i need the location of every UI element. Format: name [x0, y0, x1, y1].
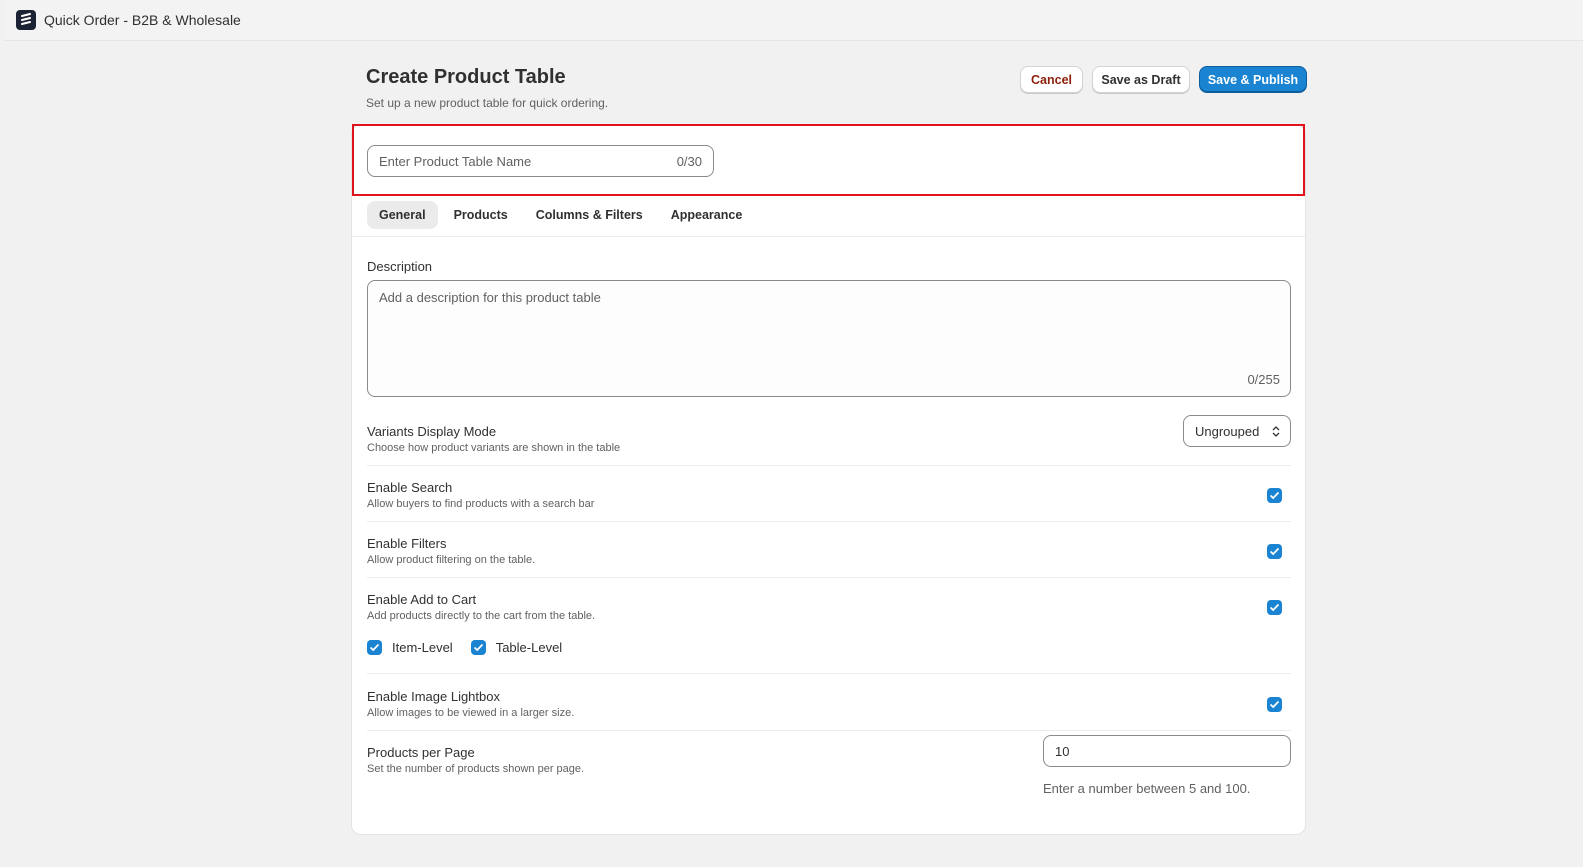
divider: [367, 577, 1291, 578]
tab-general[interactable]: General: [367, 201, 438, 229]
lightbox-desc: Allow images to be viewed in a larger si…: [367, 707, 575, 719]
save-publish-button[interactable]: Save & Publish: [1199, 66, 1307, 93]
form-card: Enter Product Table Name 0/30 General Pr…: [351, 124, 1306, 835]
per-page-row: Products per Page Set the number of prod…: [367, 735, 1291, 775]
enable-filters-checkbox[interactable]: [1267, 544, 1282, 559]
cart-row: Enable Add to Cart Add products directly…: [367, 592, 1291, 622]
description-label: Description: [367, 259, 433, 274]
check-icon: [473, 643, 483, 652]
description-textarea[interactable]: Add a description for this product table…: [367, 280, 1291, 397]
cancel-button[interactable]: Cancel: [1020, 66, 1083, 93]
check-icon: [1269, 491, 1280, 500]
filters-desc: Allow product filtering on the table.: [367, 554, 536, 566]
variants-row: Variants Display Mode Choose how product…: [367, 415, 1291, 454]
enable-add-to-cart-checkbox[interactable]: [1267, 600, 1282, 615]
name-input-placeholder: Enter Product Table Name: [379, 153, 532, 169]
check-icon: [369, 643, 380, 652]
table-level-option[interactable]: Table-Level: [470, 640, 563, 655]
divider: [367, 673, 1291, 674]
app-title: Quick Order - B2B & Wholesale: [44, 12, 241, 28]
app-logo-icon: [16, 10, 36, 30]
table-level-checkbox[interactable]: [470, 640, 486, 655]
variants-mode-value: Ungrouped: [1195, 423, 1260, 439]
save-draft-button[interactable]: Save as Draft: [1092, 66, 1190, 93]
select-chevron-icon: [1272, 426, 1280, 437]
cart-level-options: Item-Level Table-Level: [367, 640, 580, 655]
per-page-help-text: Enter a number between 5 and 100.: [1043, 781, 1251, 796]
tab-columns-filters[interactable]: Columns & Filters: [524, 201, 655, 229]
check-icon: [1269, 700, 1280, 709]
tab-bar: General Products Columns & Filters Appea…: [352, 201, 1305, 237]
search-desc: Allow buyers to find products with a sea…: [367, 498, 595, 510]
tab-appearance[interactable]: Appearance: [659, 201, 755, 229]
top-bar: Quick Order - B2B & Wholesale: [4, 0, 1583, 41]
per-page-value: 10: [1055, 743, 1070, 759]
search-title: Enable Search: [367, 480, 453, 495]
cart-desc: Add products directly to the cart from t…: [367, 610, 596, 622]
filters-title: Enable Filters: [367, 536, 447, 551]
name-char-count: 0/30: [676, 153, 702, 169]
tab-products[interactable]: Products: [442, 201, 520, 229]
lightbox-row: Enable Image Lightbox Allow images to be…: [367, 689, 1291, 719]
cart-title: Enable Add to Cart: [367, 592, 477, 607]
filters-row: Enable Filters Allow product filtering o…: [367, 536, 1291, 566]
page-title: Create Product Table: [366, 66, 566, 88]
page-subtitle: Set up a new product table for quick ord…: [366, 96, 609, 110]
variants-desc: Choose how product variants are shown in…: [367, 442, 621, 454]
item-level-checkbox[interactable]: [367, 640, 382, 655]
page-header: Create Product Table Set up a new produc…: [366, 66, 1307, 116]
item-level-option[interactable]: Item-Level: [367, 640, 453, 655]
products-per-page-input[interactable]: 10: [1043, 735, 1291, 767]
lightbox-title: Enable Image Lightbox: [367, 689, 500, 704]
divider: [367, 465, 1291, 466]
enable-search-checkbox[interactable]: [1267, 488, 1282, 503]
variants-title: Variants Display Mode: [367, 424, 497, 439]
check-icon: [1269, 603, 1280, 612]
search-row: Enable Search Allow buyers to find produ…: [367, 480, 1291, 510]
variants-mode-select[interactable]: Ungrouped: [1183, 415, 1291, 447]
divider: [367, 521, 1291, 522]
description-char-count: 0/255: [1247, 372, 1280, 387]
table-level-label: Table-Level: [495, 640, 563, 655]
product-table-name-input[interactable]: Enter Product Table Name 0/30: [367, 145, 714, 177]
check-icon: [1269, 547, 1280, 556]
description-placeholder: Add a description for this product table: [379, 290, 601, 305]
enable-lightbox-checkbox[interactable]: [1267, 697, 1282, 712]
item-level-label: Item-Level: [392, 640, 453, 655]
divider: [367, 730, 1291, 731]
